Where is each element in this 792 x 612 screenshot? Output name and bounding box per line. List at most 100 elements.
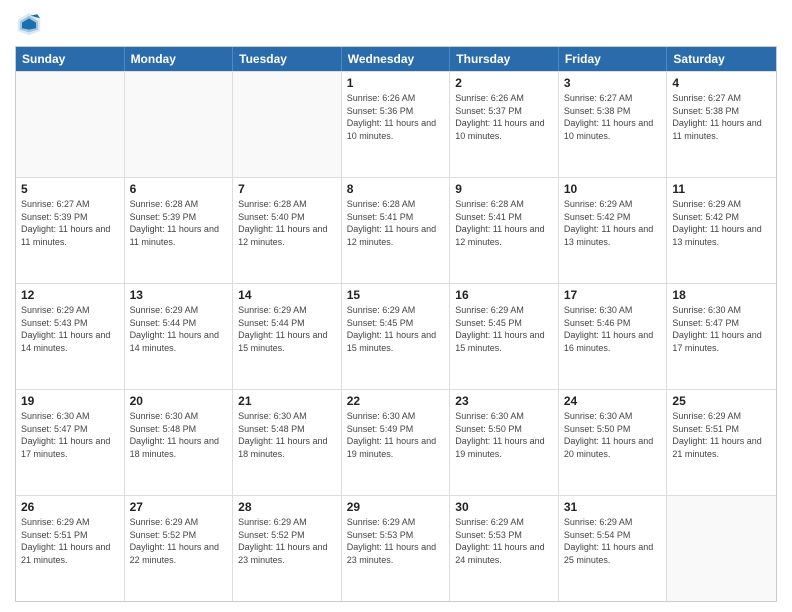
day-info: Sunrise: 6:29 AM Sunset: 5:52 PM Dayligh…: [238, 516, 336, 566]
calendar-cell: 22Sunrise: 6:30 AM Sunset: 5:49 PM Dayli…: [342, 390, 451, 495]
calendar-row: 26Sunrise: 6:29 AM Sunset: 5:51 PM Dayli…: [16, 495, 776, 601]
calendar-cell: 7Sunrise: 6:28 AM Sunset: 5:40 PM Daylig…: [233, 178, 342, 283]
day-number: 8: [347, 181, 445, 197]
day-number: 20: [130, 393, 228, 409]
day-info: Sunrise: 6:30 AM Sunset: 5:48 PM Dayligh…: [238, 410, 336, 460]
day-number: 1: [347, 75, 445, 91]
day-number: 18: [672, 287, 771, 303]
calendar-row: 5Sunrise: 6:27 AM Sunset: 5:39 PM Daylig…: [16, 177, 776, 283]
logo: [15, 10, 47, 38]
day-number: 2: [455, 75, 553, 91]
day-number: 13: [130, 287, 228, 303]
day-info: Sunrise: 6:28 AM Sunset: 5:40 PM Dayligh…: [238, 198, 336, 248]
calendar-row: 1Sunrise: 6:26 AM Sunset: 5:36 PM Daylig…: [16, 71, 776, 177]
calendar-cell: 1Sunrise: 6:26 AM Sunset: 5:36 PM Daylig…: [342, 72, 451, 177]
calendar-cell: 12Sunrise: 6:29 AM Sunset: 5:43 PM Dayli…: [16, 284, 125, 389]
day-info: Sunrise: 6:30 AM Sunset: 5:50 PM Dayligh…: [455, 410, 553, 460]
day-number: 24: [564, 393, 662, 409]
day-info: Sunrise: 6:26 AM Sunset: 5:36 PM Dayligh…: [347, 92, 445, 142]
calendar-cell: 13Sunrise: 6:29 AM Sunset: 5:44 PM Dayli…: [125, 284, 234, 389]
day-info: Sunrise: 6:30 AM Sunset: 5:47 PM Dayligh…: [21, 410, 119, 460]
calendar-cell: 5Sunrise: 6:27 AM Sunset: 5:39 PM Daylig…: [16, 178, 125, 283]
day-info: Sunrise: 6:30 AM Sunset: 5:48 PM Dayligh…: [130, 410, 228, 460]
calendar-cell: 14Sunrise: 6:29 AM Sunset: 5:44 PM Dayli…: [233, 284, 342, 389]
day-info: Sunrise: 6:29 AM Sunset: 5:42 PM Dayligh…: [564, 198, 662, 248]
header: [15, 10, 777, 38]
day-number: 26: [21, 499, 119, 515]
day-number: 12: [21, 287, 119, 303]
calendar-cell: 25Sunrise: 6:29 AM Sunset: 5:51 PM Dayli…: [667, 390, 776, 495]
day-info: Sunrise: 6:30 AM Sunset: 5:47 PM Dayligh…: [672, 304, 771, 354]
calendar-cell: 23Sunrise: 6:30 AM Sunset: 5:50 PM Dayli…: [450, 390, 559, 495]
day-info: Sunrise: 6:30 AM Sunset: 5:46 PM Dayligh…: [564, 304, 662, 354]
calendar-header-cell: Tuesday: [233, 47, 342, 71]
day-info: Sunrise: 6:28 AM Sunset: 5:41 PM Dayligh…: [347, 198, 445, 248]
calendar-header-cell: Thursday: [450, 47, 559, 71]
day-number: 11: [672, 181, 771, 197]
day-info: Sunrise: 6:27 AM Sunset: 5:39 PM Dayligh…: [21, 198, 119, 248]
day-number: 25: [672, 393, 771, 409]
day-number: 5: [21, 181, 119, 197]
day-number: 19: [21, 393, 119, 409]
day-number: 16: [455, 287, 553, 303]
day-info: Sunrise: 6:29 AM Sunset: 5:51 PM Dayligh…: [672, 410, 771, 460]
calendar-cell: 26Sunrise: 6:29 AM Sunset: 5:51 PM Dayli…: [16, 496, 125, 601]
calendar-cell: 6Sunrise: 6:28 AM Sunset: 5:39 PM Daylig…: [125, 178, 234, 283]
calendar-cell: 15Sunrise: 6:29 AM Sunset: 5:45 PM Dayli…: [342, 284, 451, 389]
day-number: 10: [564, 181, 662, 197]
calendar-cell: 2Sunrise: 6:26 AM Sunset: 5:37 PM Daylig…: [450, 72, 559, 177]
calendar-header-cell: Wednesday: [342, 47, 451, 71]
day-info: Sunrise: 6:29 AM Sunset: 5:54 PM Dayligh…: [564, 516, 662, 566]
calendar-cell: [125, 72, 234, 177]
day-info: Sunrise: 6:30 AM Sunset: 5:50 PM Dayligh…: [564, 410, 662, 460]
calendar-cell: 30Sunrise: 6:29 AM Sunset: 5:53 PM Dayli…: [450, 496, 559, 601]
calendar-body: 1Sunrise: 6:26 AM Sunset: 5:36 PM Daylig…: [16, 71, 776, 601]
calendar-header-cell: Saturday: [667, 47, 776, 71]
calendar-cell: 20Sunrise: 6:30 AM Sunset: 5:48 PM Dayli…: [125, 390, 234, 495]
day-number: 3: [564, 75, 662, 91]
calendar-header-cell: Monday: [125, 47, 234, 71]
day-number: 29: [347, 499, 445, 515]
day-info: Sunrise: 6:28 AM Sunset: 5:41 PM Dayligh…: [455, 198, 553, 248]
day-info: Sunrise: 6:27 AM Sunset: 5:38 PM Dayligh…: [672, 92, 771, 142]
day-info: Sunrise: 6:29 AM Sunset: 5:45 PM Dayligh…: [455, 304, 553, 354]
calendar-cell: 29Sunrise: 6:29 AM Sunset: 5:53 PM Dayli…: [342, 496, 451, 601]
calendar-header-cell: Friday: [559, 47, 668, 71]
calendar-header: SundayMondayTuesdayWednesdayThursdayFrid…: [16, 47, 776, 71]
calendar-cell: 21Sunrise: 6:30 AM Sunset: 5:48 PM Dayli…: [233, 390, 342, 495]
day-number: 9: [455, 181, 553, 197]
calendar-cell: 8Sunrise: 6:28 AM Sunset: 5:41 PM Daylig…: [342, 178, 451, 283]
day-number: 22: [347, 393, 445, 409]
day-info: Sunrise: 6:29 AM Sunset: 5:45 PM Dayligh…: [347, 304, 445, 354]
day-info: Sunrise: 6:29 AM Sunset: 5:51 PM Dayligh…: [21, 516, 119, 566]
calendar-cell: 9Sunrise: 6:28 AM Sunset: 5:41 PM Daylig…: [450, 178, 559, 283]
calendar: SundayMondayTuesdayWednesdayThursdayFrid…: [15, 46, 777, 602]
calendar-cell: 24Sunrise: 6:30 AM Sunset: 5:50 PM Dayli…: [559, 390, 668, 495]
day-info: Sunrise: 6:29 AM Sunset: 5:52 PM Dayligh…: [130, 516, 228, 566]
day-number: 15: [347, 287, 445, 303]
day-info: Sunrise: 6:30 AM Sunset: 5:49 PM Dayligh…: [347, 410, 445, 460]
calendar-cell: [667, 496, 776, 601]
calendar-cell: [233, 72, 342, 177]
calendar-cell: 10Sunrise: 6:29 AM Sunset: 5:42 PM Dayli…: [559, 178, 668, 283]
day-number: 6: [130, 181, 228, 197]
day-info: Sunrise: 6:29 AM Sunset: 5:53 PM Dayligh…: [455, 516, 553, 566]
calendar-cell: 18Sunrise: 6:30 AM Sunset: 5:47 PM Dayli…: [667, 284, 776, 389]
day-number: 7: [238, 181, 336, 197]
day-info: Sunrise: 6:28 AM Sunset: 5:39 PM Dayligh…: [130, 198, 228, 248]
day-info: Sunrise: 6:29 AM Sunset: 5:42 PM Dayligh…: [672, 198, 771, 248]
calendar-header-cell: Sunday: [16, 47, 125, 71]
calendar-cell: 19Sunrise: 6:30 AM Sunset: 5:47 PM Dayli…: [16, 390, 125, 495]
day-info: Sunrise: 6:29 AM Sunset: 5:44 PM Dayligh…: [130, 304, 228, 354]
day-info: Sunrise: 6:27 AM Sunset: 5:38 PM Dayligh…: [564, 92, 662, 142]
calendar-cell: 3Sunrise: 6:27 AM Sunset: 5:38 PM Daylig…: [559, 72, 668, 177]
day-number: 17: [564, 287, 662, 303]
calendar-row: 12Sunrise: 6:29 AM Sunset: 5:43 PM Dayli…: [16, 283, 776, 389]
calendar-row: 19Sunrise: 6:30 AM Sunset: 5:47 PM Dayli…: [16, 389, 776, 495]
calendar-cell: 11Sunrise: 6:29 AM Sunset: 5:42 PM Dayli…: [667, 178, 776, 283]
calendar-cell: 17Sunrise: 6:30 AM Sunset: 5:46 PM Dayli…: [559, 284, 668, 389]
calendar-cell: 28Sunrise: 6:29 AM Sunset: 5:52 PM Dayli…: [233, 496, 342, 601]
calendar-cell: 16Sunrise: 6:29 AM Sunset: 5:45 PM Dayli…: [450, 284, 559, 389]
calendar-cell: 27Sunrise: 6:29 AM Sunset: 5:52 PM Dayli…: [125, 496, 234, 601]
logo-icon: [15, 10, 43, 38]
